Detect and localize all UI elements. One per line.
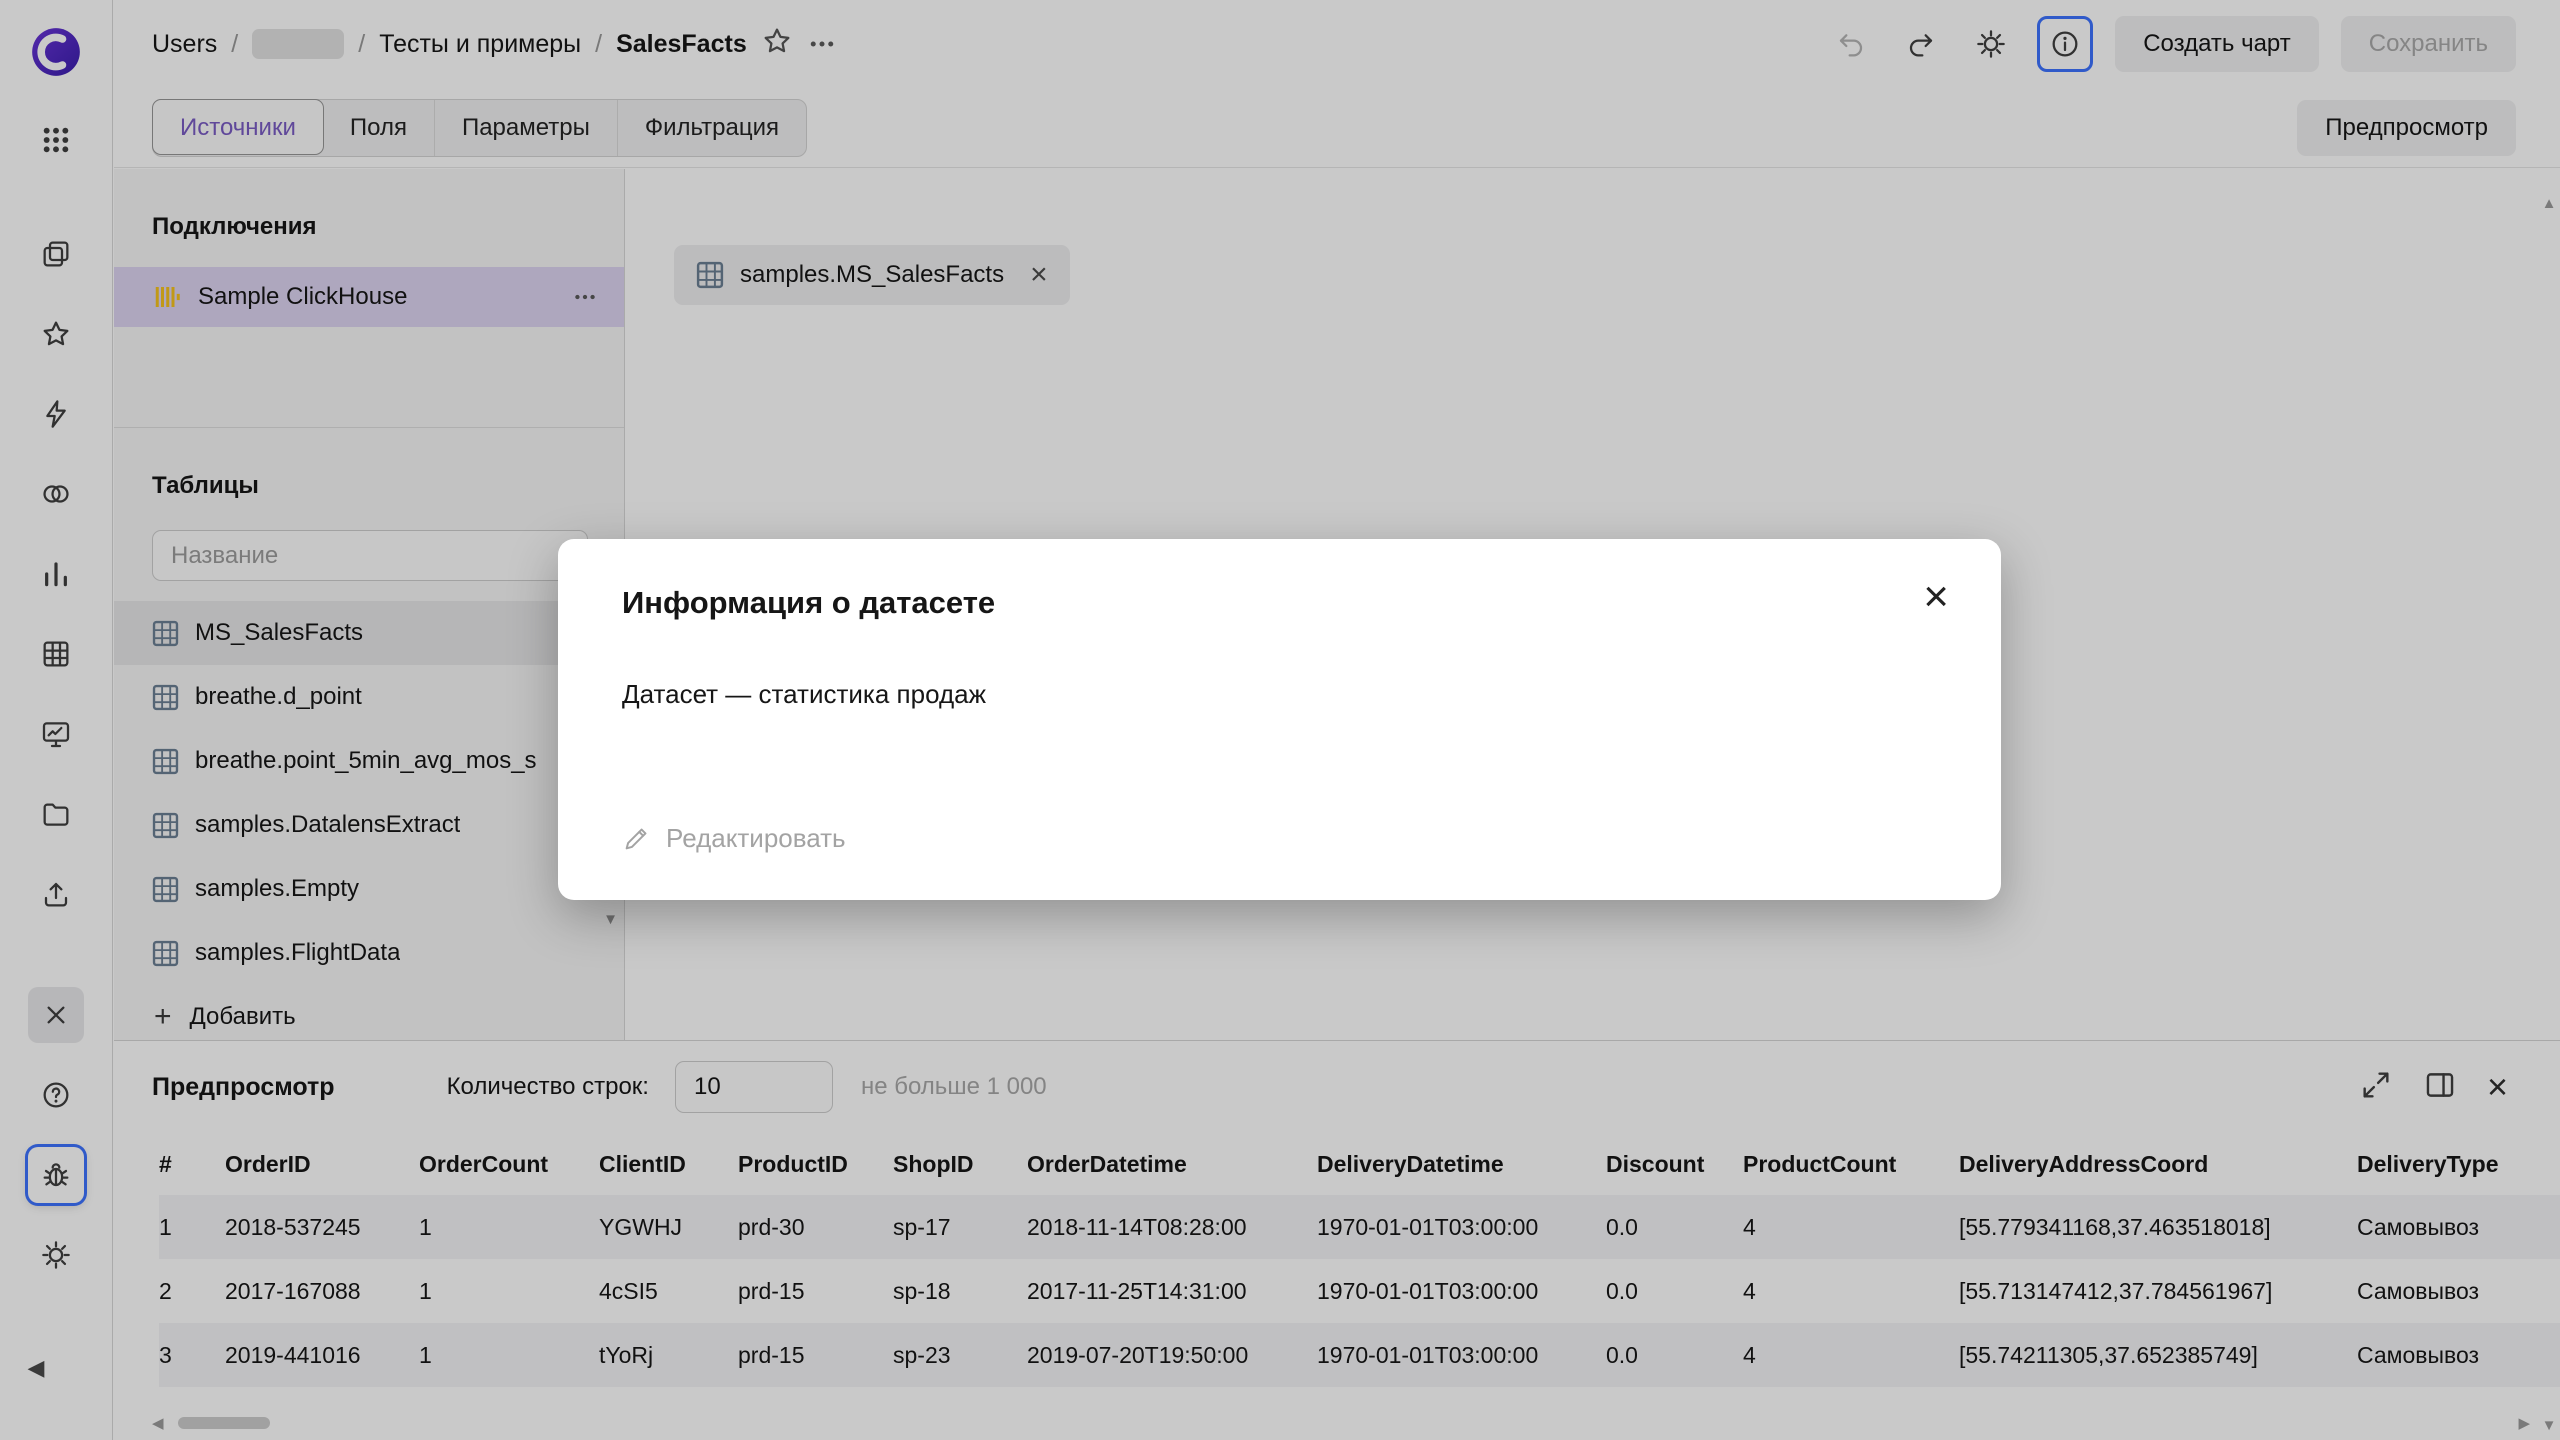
modal-title: Информация о датасете xyxy=(622,585,1937,621)
modal-close-icon[interactable]: × xyxy=(1923,575,1949,619)
edit-description-label: Редактировать xyxy=(666,823,846,854)
dataset-info-modal: Информация о датасете × Датасет — статис… xyxy=(558,539,2001,900)
app-root: ◀ Users / / Тесты и примеры / SalesFacts xyxy=(0,0,2560,1440)
edit-description-button[interactable]: Редактировать xyxy=(622,823,846,854)
pencil-icon xyxy=(622,825,650,853)
dataset-description: Датасет — статистика продаж xyxy=(622,679,1937,710)
